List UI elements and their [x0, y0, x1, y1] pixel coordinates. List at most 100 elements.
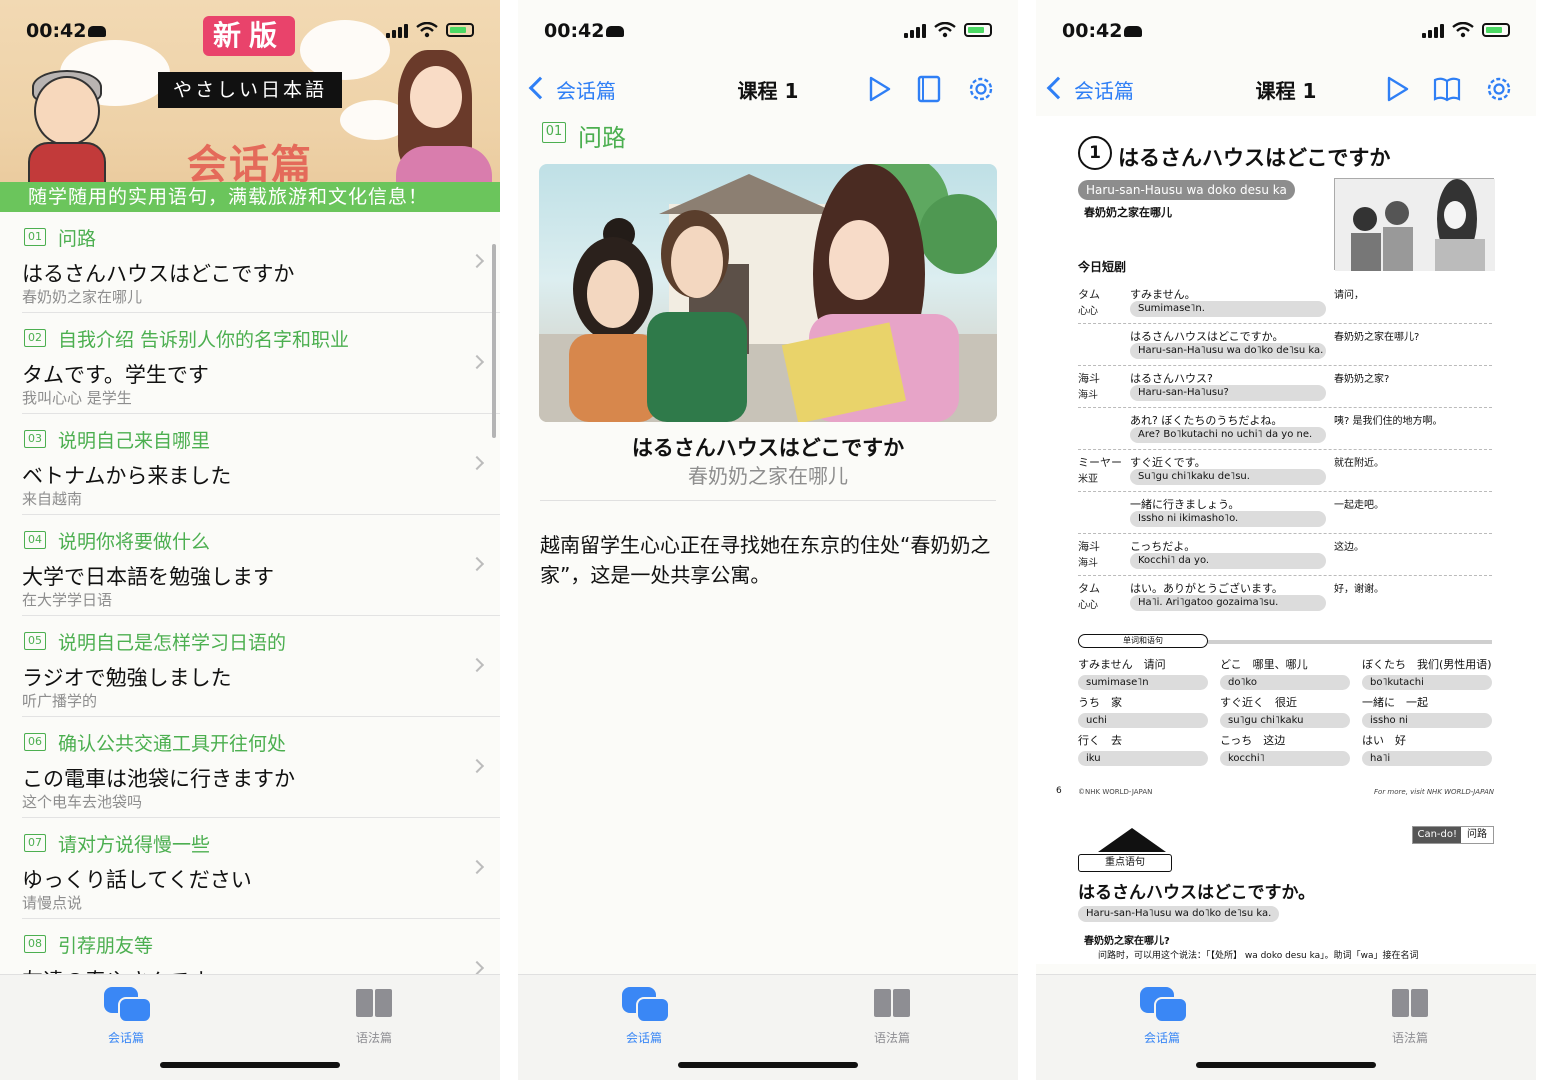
vocab-romaji: bo˥kutachi [1362, 675, 1492, 690]
tab-grammar[interactable]: 语法篇 [832, 985, 952, 1045]
lesson-category: 请对方说得慢一些 [58, 834, 211, 856]
lesson-chinese: 在大学学日语 [22, 591, 113, 609]
list-item[interactable]: 01 问路 はるさんハウスはどこですか 春奶奶之家在哪儿 [22, 212, 500, 313]
tab-label: 语法篇 [355, 1031, 392, 1045]
home-indicator[interactable] [678, 1062, 858, 1068]
line-chinese: 春奶奶之家? [1334, 374, 1390, 385]
tab-label: 会话篇 [625, 1031, 662, 1045]
tab-grammar[interactable]: 语法篇 [1350, 985, 1470, 1045]
lesson-category: 确认公共交通工具开往何处 [58, 733, 287, 755]
line-chinese: 一起走吧。 [1334, 500, 1384, 511]
mountain-icon [1098, 828, 1166, 852]
lesson-category: 引荐朋友等 [58, 935, 154, 957]
lesson-number: 01 [24, 228, 46, 246]
vocab-item: こっち 这边 kocchi˥ [1220, 732, 1350, 766]
car-icon [1124, 26, 1142, 37]
tab-label: 会话篇 [107, 1031, 144, 1045]
lesson-chinese: 春奶奶之家在哪儿 [22, 288, 143, 306]
lesson-japanese: はるさんハウスはどこですか [22, 262, 295, 286]
clock: 00:42 [1062, 20, 1123, 42]
signal-icon [1422, 24, 1444, 38]
dialog-line: タム 心心 すみません。 Sumimase˥n. 请问， [1078, 284, 1492, 324]
tab-conversation[interactable]: 会话篇 [66, 985, 186, 1045]
lesson-chinese: 这个电车去池袋吗 [22, 793, 143, 811]
chevron-right-icon [469, 758, 485, 774]
speaker: タム [1078, 582, 1100, 595]
lesson-screen: 00:42 会话篇 课程 1 01 问路 はるさんハウスはどこですか 春奶奶之家… [518, 0, 1018, 1080]
vocab-romaji: uchi [1078, 713, 1208, 728]
textbook-chinese: 春奶奶之家在哪儿 [1084, 206, 1172, 219]
back-chevron-icon[interactable] [528, 76, 552, 100]
textbook-screen: 00:42 会话篇 课程 1 1 はるさんハウスはどこですか Haru-san-… [1036, 0, 1536, 1080]
line-japanese: すぐ近くです。 [1130, 456, 1206, 469]
divider [540, 500, 996, 501]
textbook-page[interactable]: 1 はるさんハウスはどこですか Haru-san-Hausu wa doko d… [1036, 116, 1536, 964]
chevron-right-icon [469, 354, 485, 370]
back-chevron-icon[interactable] [1046, 76, 1070, 100]
gear-icon[interactable] [1484, 74, 1514, 104]
lesson-japanese: タムです。学生です [22, 363, 209, 387]
tab-conversation[interactable]: 会话篇 [1102, 985, 1222, 1045]
back-button[interactable]: 会话篇 [556, 75, 616, 104]
line-romaji: Sumimase˥n. [1130, 301, 1326, 317]
vocab-word: すぐ近く 很近 [1220, 696, 1297, 709]
lesson-japanese: ゆっくり話してください [22, 868, 252, 892]
tab-grammar[interactable]: 语法篇 [314, 985, 434, 1045]
lesson-number: 03 [24, 430, 46, 448]
wifi-icon [1452, 22, 1474, 38]
list-item[interactable]: 05 说明自己是怎样学习日语的 ラジオで勉強しました 听广播学的 [22, 616, 500, 717]
back-button[interactable]: 会话篇 [1074, 75, 1134, 104]
list-item[interactable]: 06 确认公共交通工具开往何处 この電車は池袋に行きますか 这个电车去池袋吗 [22, 717, 500, 818]
play-icon[interactable] [1382, 74, 1412, 104]
vocab-item: どこ 哪里、哪儿 do˥ko [1220, 656, 1350, 690]
speaker-zh: 海斗 [1078, 390, 1098, 401]
chat-bubbles-icon [118, 997, 152, 1023]
line-romaji: Kocchi˥ da yo. [1130, 553, 1326, 569]
lesson-chinese: 我叫心心 是学生 [22, 389, 132, 407]
play-icon[interactable] [864, 74, 894, 104]
line-chinese: 这边。 [1334, 542, 1364, 553]
chevron-right-icon [469, 859, 485, 875]
signal-icon [386, 24, 408, 38]
lesson-chinese: 听广播学的 [22, 692, 98, 710]
page-number: 6 [1056, 786, 1062, 796]
line-romaji: Haru-san-Ha˥usu wa do˥ko de˥su ka. [1130, 343, 1326, 359]
list-item[interactable]: 02 自我介绍 告诉别人你的名字和职业 タムです。学生です 我叫心心 是学生 [22, 313, 500, 414]
vocab-item: すぐ近く 很近 su˥gu chi˥kaku [1220, 694, 1350, 728]
list-item[interactable]: 08 引荐朋友等友達の春やさんです [22, 919, 500, 974]
line-japanese: はい。ありがとうございます。 [1130, 582, 1283, 595]
book-icon[interactable] [914, 74, 944, 104]
tab-label: 语法篇 [873, 1031, 910, 1045]
speaker: 海斗 [1078, 540, 1100, 553]
lesson-japanese: ベトナムから来ました [22, 464, 232, 488]
vocab-item: うち 家 uchi [1078, 694, 1208, 728]
dialog-line: ミーヤー 米亚 すぐ近くです。 Su˥gu chi˥kaku de˥su. 就在附近。 [1078, 452, 1492, 492]
dialog-line: あれ? ぼくたちのうちだよね。 Are? Bo˥kutachi no uchi˥ … [1078, 410, 1492, 450]
vocab-item: すみません 请问 sumimase˥n [1078, 656, 1208, 690]
wifi-icon [934, 22, 956, 38]
open-book-icon[interactable] [1432, 74, 1462, 104]
lesson-number-badge: 1 [1078, 136, 1112, 170]
gear-icon[interactable] [966, 74, 996, 104]
lesson-japanese: この電車は池袋に行きますか [22, 767, 295, 791]
status-bar: 00:42 [518, 18, 1018, 48]
list-item[interactable]: 04 说明你将要做什么 大学で日本語を勉強します 在大学学日语 [22, 515, 500, 616]
list-item[interactable]: 03 说明自己来自哪里 ベトナムから来ました 来自越南 [22, 414, 500, 515]
home-indicator[interactable] [1196, 1062, 1376, 1068]
list-item[interactable]: 07 请对方说得慢一些 ゆっくり話してください 请慢点说 [22, 818, 500, 919]
lesson-japanese: はるさんハウスはどこですか [631, 436, 905, 460]
key-phrase-heading: 重点语句 [1078, 854, 1172, 872]
vocab-romaji: issho ni [1362, 713, 1492, 728]
series-title: やさしい日本語 [158, 72, 342, 108]
line-chinese: 请问， [1334, 290, 1364, 301]
home-indicator[interactable] [160, 1062, 340, 1068]
lesson-category: 说明自己来自哪里 [58, 430, 211, 452]
lesson-number: 01 [542, 122, 566, 143]
vocab-word: ぼくたち 我们(男性用语) [1362, 658, 1492, 671]
page-title: 课程 1 [1255, 79, 1317, 103]
tagline: 随学随用的实用语句，满载旅游和文化信息！ [0, 182, 500, 212]
scrollbar[interactable] [492, 244, 496, 438]
lesson-category: 自我介绍 告诉别人你的名字和职业 [58, 329, 350, 351]
chevron-right-icon [469, 253, 485, 269]
tab-conversation[interactable]: 会话篇 [584, 985, 704, 1045]
